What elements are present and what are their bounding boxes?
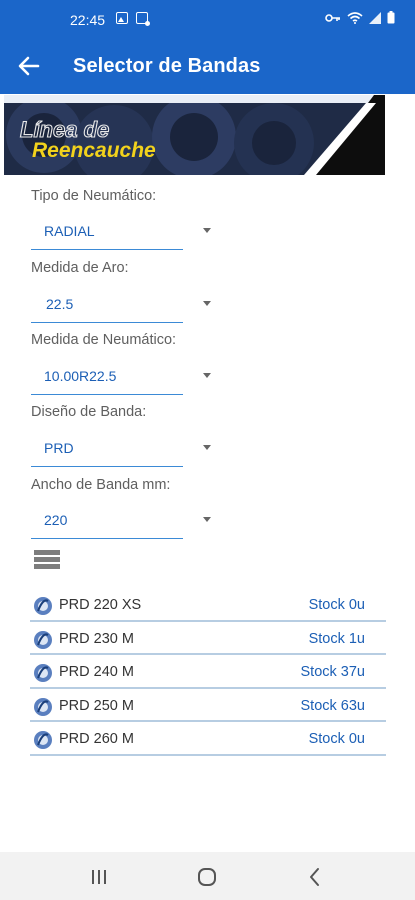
status-bar: 22:45: [0, 0, 415, 38]
list-item-stock: Stock 0u: [308, 731, 365, 747]
chevron-down-icon: [203, 445, 211, 450]
status-time: 22:45: [70, 12, 106, 28]
list-item[interactable]: PRD 240 M Stock 37u: [30, 655, 386, 689]
system-icons: [325, 11, 395, 24]
signal-icon: [369, 11, 381, 24]
tire-icon: [34, 697, 52, 716]
key-icon: [325, 13, 340, 22]
list-item-stock: Stock 1u: [308, 630, 365, 647]
image-notification-icon: [116, 12, 128, 24]
tread-list: PRD 220 XS Stock 0u PRD 230 M Stock 1u P…: [30, 588, 386, 756]
tire-size-dropdown[interactable]: 10.00R22.5: [31, 357, 211, 395]
list-item-name: PRD 220 XS: [59, 597, 142, 613]
rim-size-value: 22.5: [46, 296, 74, 312]
arrow-left-icon[interactable]: [16, 53, 42, 79]
tread-design-dropdown[interactable]: PRD: [31, 429, 211, 467]
list-item-stock: Stock 63u: [300, 697, 366, 714]
list-item[interactable]: PRD 220 XS Stock 0u: [30, 588, 386, 622]
list-item-name: PRD 260 M: [59, 731, 134, 747]
list-item[interactable]: PRD 230 M Stock 1u: [30, 622, 386, 655]
tread-width-label: Ancho de Banda mm:: [31, 477, 171, 493]
tread-design-label: Diseño de Banda:: [31, 404, 147, 420]
rim-size-dropdown[interactable]: 22.5: [31, 285, 211, 323]
reencauche-banner: Línea de Reencauche: [4, 95, 385, 175]
tire-type-dropdown[interactable]: RADIAL: [31, 212, 211, 250]
list-item-stock: Stock 0u: [308, 597, 365, 613]
list-view-icon[interactable]: [34, 550, 60, 572]
home-icon[interactable]: [196, 866, 218, 888]
banner-image: Línea de Reencauche: [4, 95, 385, 175]
rim-size-label: Medida de Aro:: [31, 260, 129, 276]
wifi-icon: [347, 12, 363, 24]
list-item[interactable]: PRD 250 M Stock 63u: [30, 689, 386, 722]
notification-icons: [116, 12, 150, 26]
list-item-name: PRD 250 M: [59, 697, 134, 714]
chevron-down-icon: [203, 301, 211, 306]
system-nav-bar: [0, 852, 415, 900]
app-bar: Selector de Bandas: [0, 38, 415, 94]
tire-icon: [34, 597, 52, 615]
chevron-down-icon: [203, 517, 211, 522]
page-title: Selector de Bandas: [73, 55, 261, 77]
chevron-down-icon: [203, 373, 211, 378]
battery-icon: [387, 11, 395, 24]
tread-width-value: 220: [44, 512, 68, 528]
list-item-name: PRD 230 M: [59, 630, 134, 647]
tire-type-value: RADIAL: [44, 223, 95, 239]
tire-type-label: Tipo de Neumático:: [31, 188, 157, 204]
banner-line2: Reencauche: [32, 139, 156, 162]
tire-icon: [34, 731, 52, 749]
back-icon[interactable]: [304, 866, 326, 888]
tire-icon: [34, 664, 52, 682]
tread-design-value: PRD: [44, 440, 74, 456]
list-item-stock: Stock 37u: [300, 664, 366, 680]
list-item-name: PRD 240 M: [59, 664, 134, 680]
tire-size-value: 10.00R22.5: [44, 368, 117, 384]
recents-icon[interactable]: [88, 866, 110, 888]
chevron-down-icon: [203, 228, 211, 233]
tire-icon: [34, 630, 52, 649]
list-item[interactable]: PRD 260 M Stock 0u: [30, 722, 386, 756]
tire-size-label: Medida de Neumático:: [31, 332, 177, 348]
tread-width-dropdown[interactable]: 220: [31, 501, 211, 539]
message-notification-icon: [136, 12, 150, 26]
